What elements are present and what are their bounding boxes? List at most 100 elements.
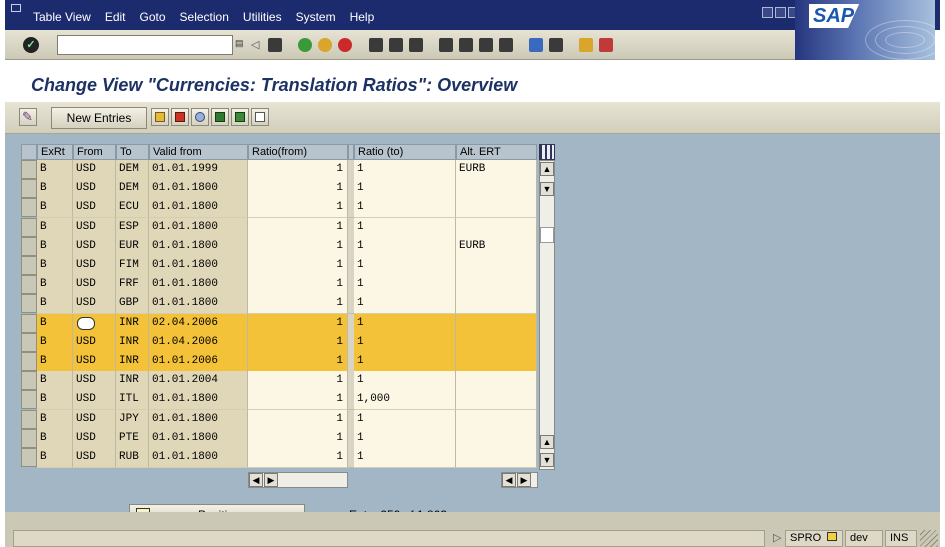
data-columns-horizontal-scrollbar[interactable]: ◀ ▶ [501, 472, 538, 488]
menu-edit[interactable]: Edit [105, 10, 126, 24]
back-icon[interactable] [298, 38, 312, 52]
cell-ratio-from[interactable]: 1 [248, 448, 348, 468]
cell-alt-ert[interactable] [456, 410, 537, 430]
scrollbar-thumb[interactable] [540, 227, 554, 243]
command-history-icon[interactable]: ▤ [235, 38, 245, 50]
cell-alt-ert[interactable] [456, 275, 537, 295]
cell-ratio-from[interactable]: 1 [248, 198, 348, 218]
cell-ratio-from[interactable]: 1 [248, 352, 348, 372]
table-vertical-scrollbar[interactable]: ▲ ▼ ▲ ▼ [539, 160, 555, 470]
cell-ratio-to[interactable]: 1,000 [354, 390, 456, 410]
print-icon[interactable] [369, 38, 383, 52]
row-selector[interactable] [21, 218, 37, 237]
next-page-icon[interactable] [479, 38, 493, 52]
scroll-page-up-icon[interactable]: ▲ [540, 162, 554, 176]
cell-alt-ert[interactable] [456, 218, 537, 238]
scroll-page-down-icon[interactable]: ▼ [540, 453, 554, 467]
menu-system[interactable]: System [296, 10, 336, 24]
row-selector[interactable] [21, 294, 37, 313]
cell-ratio-from[interactable]: 1 [248, 294, 348, 314]
cell-alt-ert[interactable] [456, 333, 537, 353]
row-selector[interactable] [21, 237, 37, 256]
row-selector[interactable] [21, 390, 37, 409]
previous-page-icon[interactable] [459, 38, 473, 52]
row-selector[interactable] [21, 275, 37, 294]
toolbar-left-arrow-icon[interactable]: ◁ [251, 38, 259, 51]
maximize-icon[interactable] [775, 7, 786, 18]
cell-ratio-to[interactable]: 1 [354, 179, 456, 199]
scroll-right-icon[interactable]: ▶ [517, 473, 531, 487]
cell-ratio-to[interactable]: 1 [354, 333, 456, 353]
delete-button[interactable] [171, 108, 189, 126]
row-selector[interactable] [21, 410, 37, 429]
cell-alt-ert[interactable] [456, 294, 537, 314]
exit-icon[interactable] [318, 38, 332, 52]
scroll-line-down-icon[interactable]: ▲ [540, 435, 554, 449]
cell-ratio-from[interactable]: 1 [248, 333, 348, 353]
scroll-left-icon[interactable]: ◀ [249, 473, 263, 487]
cell-ratio-from[interactable]: 1 [248, 256, 348, 276]
cell-alt-ert[interactable]: EURB [456, 160, 537, 180]
cell-ratio-from[interactable]: 1 [248, 314, 348, 334]
enter-icon[interactable]: ✓ [23, 37, 39, 53]
cell-alt-ert[interactable] [456, 314, 537, 334]
cell-ratio-from[interactable]: 1 [248, 218, 348, 238]
column-header-from[interactable]: From [73, 144, 116, 160]
column-header-valid-from[interactable]: Valid from [149, 144, 248, 160]
cell-ratio-from[interactable]: 1 [248, 237, 348, 257]
cell-ratio-from[interactable]: 1 [248, 371, 348, 391]
cell-ratio-from[interactable]: 1 [248, 160, 348, 180]
table-settings-icon[interactable] [539, 144, 555, 160]
first-page-icon[interactable] [439, 38, 453, 52]
row-selector[interactable] [21, 314, 37, 333]
cell-ratio-from[interactable]: 1 [248, 390, 348, 410]
cell-alt-ert[interactable] [456, 429, 537, 449]
row-selector[interactable] [21, 371, 37, 390]
cell-ratio-to[interactable]: 1 [354, 160, 456, 180]
cell-alt-ert[interactable] [456, 179, 537, 199]
key-columns-horizontal-scrollbar[interactable]: ◀ ▶ [248, 472, 348, 488]
minimize-icon[interactable] [762, 7, 773, 18]
cell-ratio-to[interactable]: 1 [354, 256, 456, 276]
resize-grip-icon[interactable] [920, 530, 938, 547]
find-next-icon[interactable] [409, 38, 423, 52]
deselect-all-button[interactable] [251, 108, 269, 126]
menu-utilities[interactable]: Utilities [243, 10, 282, 24]
cell-alt-ert[interactable] [456, 448, 537, 468]
menu-table-view[interactable]: Table View [33, 10, 91, 24]
column-header-alt-ert[interactable]: Alt. ERT [456, 144, 537, 160]
cell-ratio-to[interactable]: 1 [354, 410, 456, 430]
row-selector[interactable] [21, 448, 37, 467]
copy-as-button[interactable] [151, 108, 169, 126]
cell-ratio-to[interactable]: 1 [354, 275, 456, 295]
undo-change-button[interactable] [191, 108, 209, 126]
cell-ratio-to[interactable]: 1 [354, 371, 456, 391]
cell-ratio-to[interactable]: 1 [354, 448, 456, 468]
shortcut-icon[interactable] [549, 38, 563, 52]
select-all-button[interactable] [211, 108, 229, 126]
scroll-left-icon[interactable]: ◀ [502, 473, 516, 487]
transaction-info-icon[interactable] [827, 532, 838, 541]
select-all-rows-corner[interactable] [21, 144, 37, 160]
command-field[interactable] [57, 35, 233, 55]
menu-selection[interactable]: Selection [180, 10, 229, 24]
cell-ratio-to[interactable]: 1 [354, 237, 456, 257]
cell-alt-ert[interactable] [456, 371, 537, 391]
cell-ratio-from[interactable]: 1 [248, 410, 348, 430]
create-session-icon[interactable] [529, 38, 543, 52]
toggle-display-change-button[interactable]: ✎ [19, 108, 37, 126]
menu-help[interactable]: Help [350, 10, 375, 24]
last-page-icon[interactable] [499, 38, 513, 52]
help-icon[interactable] [579, 38, 593, 52]
cell-ratio-to[interactable]: 1 [354, 198, 456, 218]
cell-ratio-to[interactable]: 1 [354, 429, 456, 449]
row-selector[interactable] [21, 256, 37, 275]
row-selector[interactable] [21, 429, 37, 448]
column-header-exrt[interactable]: ExRt [37, 144, 73, 160]
row-selector[interactable] [21, 333, 37, 352]
cell-ratio-from[interactable]: 1 [248, 179, 348, 199]
find-icon[interactable] [389, 38, 403, 52]
cell-alt-ert[interactable] [456, 352, 537, 372]
save-icon[interactable] [268, 38, 282, 52]
select-block-button[interactable] [231, 108, 249, 126]
